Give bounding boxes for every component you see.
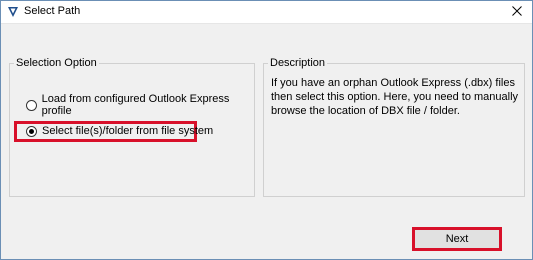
radio-label: Load from configured Outlook Express pro…	[41, 93, 230, 117]
close-icon	[512, 5, 522, 19]
window-title: Select Path	[24, 5, 81, 17]
radio-button[interactable]	[26, 99, 37, 111]
description-text: If you have an orphan Outlook Express (.…	[271, 77, 519, 117]
description-legend: Description	[268, 56, 328, 70]
selection-option-group: Selection Option Load from configured Ou…	[9, 56, 255, 197]
radio-select-from-file-system[interactable]: Select file(s)/folder from file system	[26, 125, 213, 137]
app-logo-icon	[7, 6, 19, 18]
next-button[interactable]: Next	[412, 227, 502, 251]
next-button-label: Next	[445, 233, 469, 245]
radio-label: Select file(s)/folder from file system	[42, 125, 214, 137]
title-bar: Select Path	[1, 1, 532, 24]
close-button[interactable]	[502, 1, 532, 23]
dialog-window: Select Path Selection Option Load from c…	[0, 0, 533, 260]
radio-button-selected[interactable]	[26, 125, 37, 137]
selection-option-legend: Selection Option	[14, 56, 99, 70]
radio-load-from-profile[interactable]: Load from configured Outlook Express pro…	[26, 93, 254, 117]
description-group: Description If you have an orphan Outloo…	[263, 56, 525, 197]
